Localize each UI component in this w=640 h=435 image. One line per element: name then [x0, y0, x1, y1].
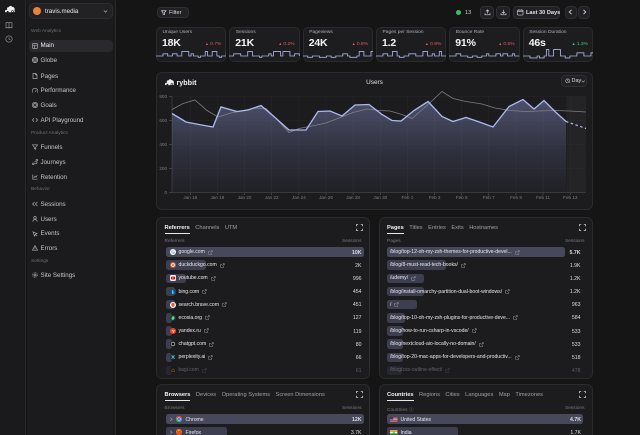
svg-text:Feb 7: Feb 7 [483, 194, 495, 199]
svg-text:Jan 16: Jan 16 [183, 194, 197, 199]
svg-text:Feb 3: Feb 3 [429, 194, 441, 199]
svg-text:Jan 22: Jan 22 [265, 194, 279, 199]
svg-text:Feb 1: Feb 1 [402, 194, 414, 199]
svg-text:Jan 30: Jan 30 [373, 194, 387, 199]
svg-text:Jan 26: Jan 26 [319, 194, 333, 199]
svg-text:Feb 5: Feb 5 [456, 194, 468, 199]
svg-text:Jan 20: Jan 20 [238, 194, 252, 199]
svg-text:G: G [171, 250, 175, 255]
svg-text:Jan 28: Jan 28 [346, 194, 360, 199]
svg-text:200: 200 [159, 166, 167, 171]
svg-text:600: 600 [159, 118, 167, 123]
svg-text:400: 400 [159, 142, 167, 147]
svg-text:Feb 9: Feb 9 [510, 194, 522, 199]
svg-text:800: 800 [159, 94, 167, 99]
svg-text:0: 0 [164, 190, 167, 195]
svg-text:Feb 13: Feb 13 [563, 194, 578, 199]
svg-text:Jan 24: Jan 24 [292, 194, 306, 199]
svg-text:Feb 11: Feb 11 [536, 194, 550, 199]
svg-text:Jan 18: Jan 18 [211, 194, 225, 199]
